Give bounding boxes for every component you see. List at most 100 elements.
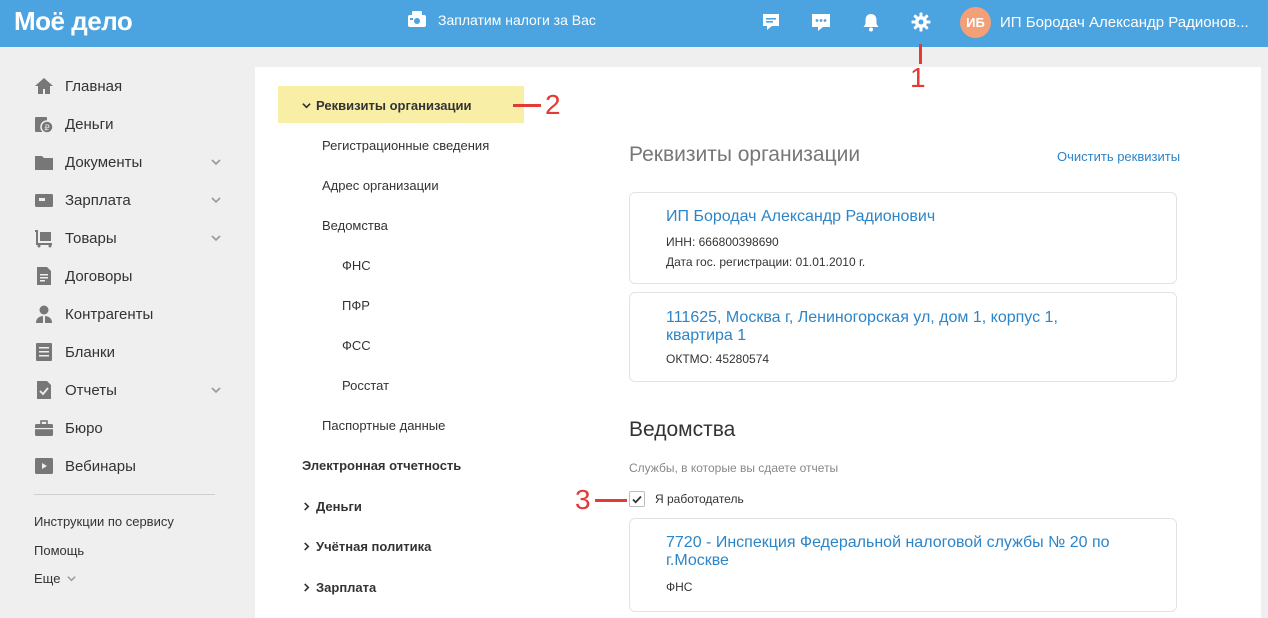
tree-item-label: Учётная политика [316, 539, 432, 554]
sidebar-item-label: Главная [65, 77, 123, 95]
sidebar-item-label: Контрагенты [65, 305, 154, 323]
sidebar-item-label: Договоры [65, 267, 133, 285]
org-card[interactable]: ИП Бородач Александр Радионович ИНН: 666… [629, 192, 1177, 284]
tree-item-fns[interactable]: ФНС [342, 258, 371, 273]
home-icon [34, 76, 54, 96]
fns-card[interactable]: 7720 - Инспекция Федеральной налоговой с… [629, 518, 1177, 612]
annotation-line-2 [513, 104, 541, 107]
annotation-number-3: 3 [575, 484, 591, 515]
chevron-down-icon[interactable] [210, 384, 222, 396]
wallet-icon [34, 190, 54, 210]
tree-item-label: Деньги [316, 499, 362, 514]
oktmo-value: ОКТМО: 45280574 [666, 352, 770, 366]
sidebar-item-bureau[interactable]: Бюро [34, 416, 222, 440]
more-label: Еще [34, 571, 61, 586]
employer-checkbox-row[interactable]: Я работодатель [629, 491, 744, 507]
tree-item-accounting-policy[interactable]: Учётная политика [302, 539, 431, 554]
address-card[interactable]: 111625, Москва г, Лениногорская ул, дом … [629, 292, 1177, 382]
chevron-right-icon [302, 580, 316, 595]
employer-checkbox[interactable] [629, 491, 645, 507]
tree-item-fss[interactable]: ФСС [342, 338, 371, 353]
promo-text: Заплатим налоги за Вас [438, 12, 596, 28]
fns-inspection-link[interactable]: 7720 - Инспекция Федеральной налоговой с… [666, 534, 1126, 570]
sidebar-item-salary[interactable]: Зарплата [34, 188, 222, 212]
annotation-line-1 [919, 44, 922, 64]
tree-item-requisites[interactable]: Реквизиты организации [302, 98, 471, 113]
sidebar-item-contracts[interactable]: Договоры [34, 264, 222, 288]
tree-item-salary[interactable]: Зарплата [302, 580, 376, 595]
avatar: ИБ [960, 7, 991, 38]
sidebar-item-home[interactable]: Главная [34, 74, 222, 98]
gear-icon[interactable] [910, 11, 932, 33]
departments-subtitle: Службы, в которые вы сдаете отчеты [629, 461, 839, 475]
person-icon [34, 304, 54, 324]
help-link[interactable]: Помощь [34, 543, 84, 558]
more-link[interactable]: Еще [34, 571, 77, 586]
sidebar-item-goods[interactable]: Товары [34, 226, 222, 250]
sidebar-item-label: Зарплата [65, 191, 131, 209]
promo-link[interactable]: Заплатим налоги за Вас [406, 9, 596, 31]
contract-icon [34, 266, 54, 286]
sidebar-item-forms[interactable]: Бланки [34, 340, 222, 364]
clear-requisites-link[interactable]: Очистить реквизиты [1057, 149, 1180, 164]
sidebar-item-webinars[interactable]: Вебинары [34, 454, 222, 478]
address-link[interactable]: 111625, Москва г, Лениногорская ул, дом … [666, 309, 1096, 345]
chat-icon[interactable] [760, 11, 782, 33]
instructions-link[interactable]: Инструкции по сервису [34, 514, 174, 529]
sidebar-item-label: Товары [65, 229, 117, 247]
sidebar-item-label: Деньги [65, 115, 114, 133]
employer-label: Я работодатель [655, 492, 744, 506]
user-name: ИП Бородач Александр Радионов... [1000, 14, 1249, 31]
briefcase-icon [34, 418, 54, 438]
tree-item-e-reporting[interactable]: Электронная отчетность [302, 458, 461, 473]
sidebar-divider [34, 494, 215, 495]
chevron-down-icon [302, 98, 316, 113]
tree-item-label: Зарплата [316, 580, 377, 595]
chevron-down-icon[interactable] [210, 232, 222, 244]
chevron-down-icon[interactable] [210, 156, 222, 168]
checkmark-icon [632, 495, 642, 504]
org-inn: ИНН: 666800398690 [666, 235, 779, 249]
sidebar-item-documents[interactable]: Документы [34, 150, 222, 174]
forms-icon [34, 342, 54, 362]
chevron-right-icon [302, 499, 316, 514]
sidebar-item-label: Документы [65, 153, 143, 171]
org-name-link[interactable]: ИП Бородач Александр Радионович [666, 208, 1126, 226]
tree-item-passport[interactable]: Паспортные данные [322, 418, 445, 433]
report-icon [34, 380, 54, 400]
sidebar-item-contractors[interactable]: Контрагенты [34, 302, 222, 326]
tree-item-label: Реквизиты организации [316, 98, 472, 113]
tree-item-registration[interactable]: Регистрационные сведения [322, 138, 489, 153]
svg-text:₽: ₽ [44, 124, 49, 133]
sidebar-item-label: Бюро [65, 419, 103, 437]
app-logo[interactable]: Moё дело [14, 6, 133, 37]
tree-item-departments[interactable]: Ведомства [322, 218, 388, 233]
money-icon: ₽ [34, 114, 54, 134]
tree-item-pfr[interactable]: ПФР [342, 298, 370, 313]
annotation-number-1: 1 [910, 62, 926, 93]
fns-type: ФНС [666, 580, 693, 594]
sidebar: Главная ₽ Деньги Документы Зарплата Това… [0, 47, 255, 618]
chevron-right-icon [302, 539, 316, 554]
bell-icon[interactable] [860, 11, 882, 33]
sidebar-item-label: Бланки [65, 343, 115, 361]
main-panel: Реквизиты организации Регистрационные св… [255, 67, 1261, 618]
tree-item-address[interactable]: Адрес организации [322, 178, 439, 193]
chevron-down-icon [67, 576, 77, 582]
tree-item-rosstat[interactable]: Росстат [342, 378, 389, 393]
messages-icon[interactable] [810, 11, 832, 33]
departments-heading: Ведомства [629, 418, 736, 441]
tree-item-money[interactable]: Деньги [302, 499, 362, 514]
sidebar-item-reports[interactable]: Отчеты [34, 378, 222, 402]
annotation-number-2: 2 [545, 89, 561, 120]
chevron-down-icon[interactable] [210, 194, 222, 206]
sidebar-item-label: Отчеты [65, 381, 117, 399]
org-reg-date: Дата гос. регистрации: 01.01.2010 г. [666, 255, 866, 269]
cart-icon [34, 228, 54, 248]
tax-payment-icon [406, 9, 428, 31]
annotation-line-3 [595, 499, 627, 502]
user-menu[interactable]: ИБ ИП Бородач Александр Радионов... [960, 7, 1249, 38]
top-bar: Moё дело Заплатим налоги за Вас ИБ ИП Бо… [0, 0, 1268, 47]
page-title: Реквизиты организации [629, 143, 861, 166]
sidebar-item-money[interactable]: ₽ Деньги [34, 112, 222, 136]
